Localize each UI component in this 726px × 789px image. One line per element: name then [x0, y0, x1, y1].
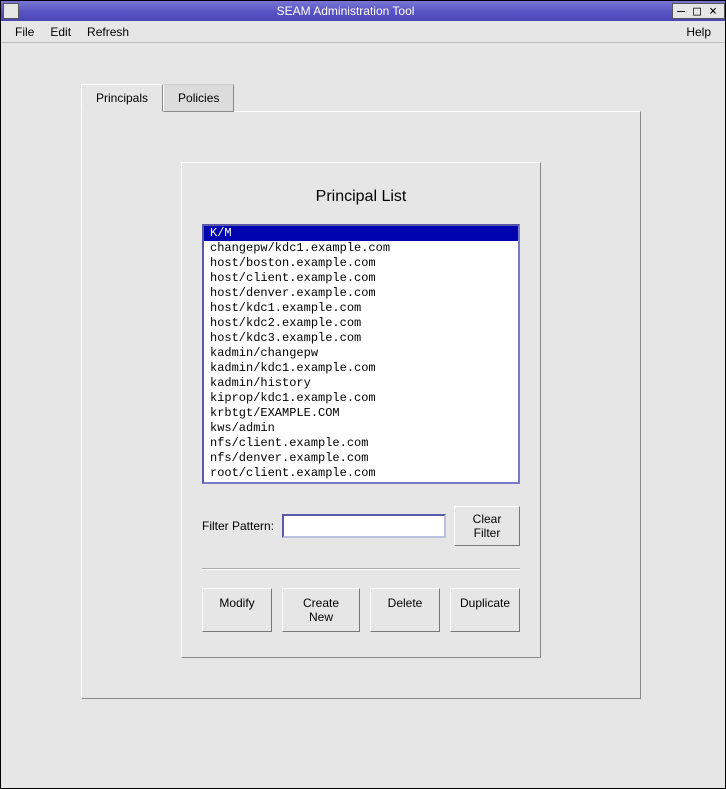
titlebar: SEAM Administration Tool – □ × [1, 1, 725, 21]
list-item[interactable]: host/kdc1.example.com [204, 301, 518, 316]
principal-list-heading: Principal List [202, 188, 520, 206]
list-item[interactable]: kadmin/history [204, 376, 518, 391]
action-row: Modify Create New Delete Duplicate [202, 588, 520, 632]
list-item[interactable]: nfs/client.example.com [204, 436, 518, 451]
window-title: SEAM Administration Tool [19, 4, 672, 18]
list-item[interactable]: K/M [204, 226, 518, 241]
tab-body: Principal List K/Mchangepw/kdc1.example.… [81, 111, 641, 699]
duplicate-button[interactable]: Duplicate [450, 588, 520, 632]
list-item[interactable]: host/denver.example.com [204, 286, 518, 301]
close-icon[interactable]: × [705, 4, 721, 18]
filter-row: Filter Pattern: Clear Filter [202, 506, 520, 546]
system-menu-icon[interactable] [3, 3, 19, 19]
list-item[interactable]: host/kdc3.example.com [204, 331, 518, 346]
window-controls: – □ × [672, 3, 725, 19]
minimize-icon[interactable]: – [673, 4, 689, 18]
tab-panel: Principals Policies Principal List K/Mch… [81, 83, 641, 699]
tab-policies[interactable]: Policies [163, 84, 234, 112]
application-window: SEAM Administration Tool – □ × File Edit… [0, 0, 726, 789]
tab-row: Principals Policies [81, 83, 641, 111]
content-area: Principals Policies Principal List K/Mch… [1, 43, 725, 788]
list-item[interactable]: root/client.example.com [204, 466, 518, 481]
filter-label: Filter Pattern: [202, 519, 274, 533]
create-new-button[interactable]: Create New [282, 588, 360, 632]
list-item[interactable]: kws/admin [204, 421, 518, 436]
list-item[interactable]: nfs/denver.example.com [204, 451, 518, 466]
delete-button[interactable]: Delete [370, 588, 440, 632]
separator [202, 568, 520, 570]
filter-input[interactable] [282, 514, 446, 538]
list-item[interactable]: changepw/kdc1.example.com [204, 241, 518, 256]
list-item[interactable]: host/client.example.com [204, 271, 518, 286]
menu-edit[interactable]: Edit [42, 23, 79, 41]
list-item[interactable]: host/boston.example.com [204, 256, 518, 271]
principal-listbox[interactable]: K/Mchangepw/kdc1.example.comhost/boston.… [202, 224, 520, 484]
list-item[interactable]: kiprop/kdc1.example.com [204, 391, 518, 406]
list-item[interactable]: host/kdc2.example.com [204, 316, 518, 331]
menubar: File Edit Refresh Help [1, 21, 725, 43]
menu-file[interactable]: File [7, 23, 42, 41]
principal-panel: Principal List K/Mchangepw/kdc1.example.… [181, 162, 541, 658]
menu-refresh[interactable]: Refresh [79, 23, 137, 41]
list-item[interactable]: kadmin/kdc1.example.com [204, 361, 518, 376]
tab-principals[interactable]: Principals [81, 84, 163, 112]
maximize-icon[interactable]: □ [689, 4, 705, 18]
list-item[interactable]: krbtgt/EXAMPLE.COM [204, 406, 518, 421]
modify-button[interactable]: Modify [202, 588, 272, 632]
clear-filter-button[interactable]: Clear Filter [454, 506, 520, 546]
list-item[interactable]: kadmin/changepw [204, 346, 518, 361]
menu-help[interactable]: Help [678, 23, 719, 41]
